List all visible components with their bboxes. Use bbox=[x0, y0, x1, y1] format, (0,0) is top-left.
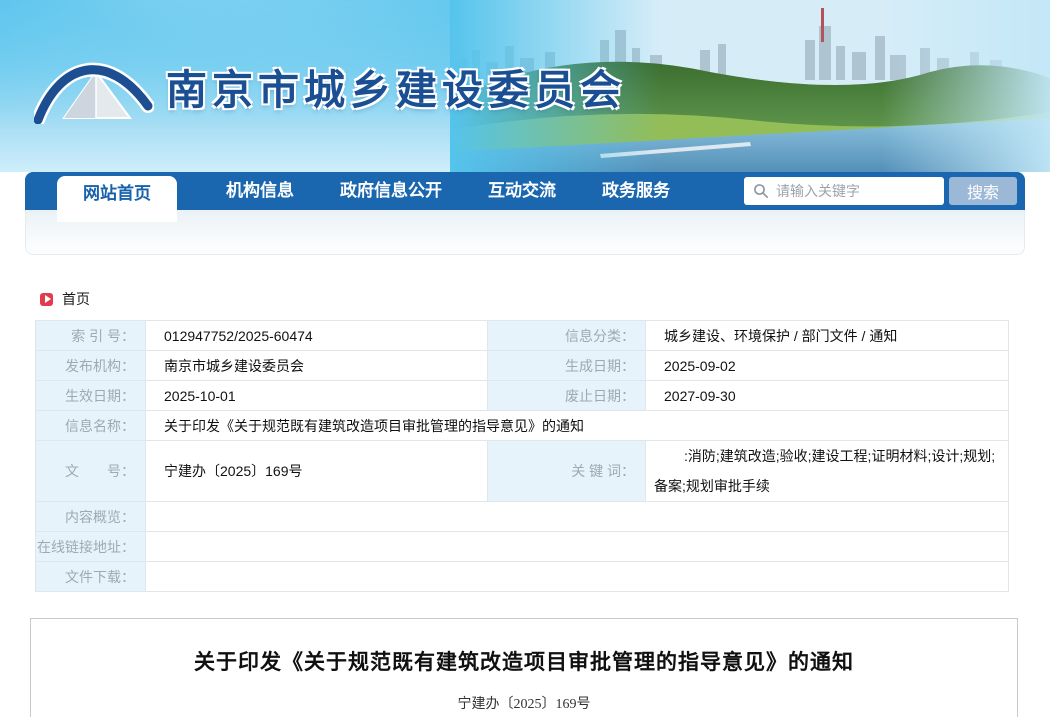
table-row: 生效日期： 2025-10-01 废止日期： 2027-09-30 bbox=[36, 381, 1009, 411]
doc-number-label: 文 号： bbox=[36, 441, 146, 502]
table-row: 索 引 号： 012947752/2025-60474 信息分类： 城乡建设、环… bbox=[36, 321, 1009, 351]
site-logo-icon bbox=[34, 48, 154, 124]
table-row: 信息名称： 关于印发《关于规范既有建筑改造项目审批管理的指导意见》的通知 bbox=[36, 411, 1009, 441]
expiry-date-value: 2027-09-30 bbox=[646, 381, 1009, 411]
tab-interaction[interactable]: 互动交流 bbox=[465, 172, 579, 210]
summary-label: 内容概览： bbox=[36, 502, 146, 532]
nav-tab-row: 机构信息 政府信息公开 互动交流 政务服务 bbox=[203, 172, 693, 210]
article-title: 关于印发《关于规范既有建筑改造项目审批管理的指导意见》的通知 bbox=[31, 646, 1017, 676]
document-meta-table: 索 引 号： 012947752/2025-60474 信息分类： 城乡建设、环… bbox=[35, 320, 1009, 592]
index-number-label: 索 引 号： bbox=[36, 321, 146, 351]
expiry-date-label: 废止日期： bbox=[488, 381, 646, 411]
online-link-label: 在线链接地址： bbox=[36, 532, 146, 562]
site-banner: 南京市城乡建设委员会 bbox=[0, 0, 1050, 172]
search-icon bbox=[753, 183, 769, 199]
tab-gov-info-disclosure[interactable]: 政府信息公开 bbox=[317, 172, 465, 210]
main-nav: 网站首页 机构信息 政府信息公开 互动交流 政务服务 搜索 bbox=[25, 172, 1025, 210]
search-input[interactable] bbox=[744, 177, 944, 205]
tab-org-info[interactable]: 机构信息 bbox=[203, 172, 317, 210]
index-number-value: 012947752/2025-60474 bbox=[146, 321, 488, 351]
breadcrumb-play-icon bbox=[40, 293, 53, 306]
keywords-label: 关 键 词： bbox=[488, 441, 646, 502]
site-title: 南京市城乡建设委员会 bbox=[166, 56, 626, 116]
effective-date-value: 2025-10-01 bbox=[146, 381, 488, 411]
created-date-value: 2025-09-02 bbox=[646, 351, 1009, 381]
keywords-value: :消防;建筑改造;验收;建设工程;证明材料;设计;规划;备案;规划审批手续 bbox=[646, 441, 1009, 502]
table-row: 在线链接地址： bbox=[36, 532, 1009, 562]
info-name-value: 关于印发《关于规范既有建筑改造项目审批管理的指导意见》的通知 bbox=[146, 411, 1009, 441]
search-field bbox=[744, 177, 944, 205]
search-box: 搜索 bbox=[744, 177, 1017, 205]
table-row: 内容概览： bbox=[36, 502, 1009, 532]
table-row: 文件下载： bbox=[36, 562, 1009, 592]
search-button[interactable]: 搜索 bbox=[949, 177, 1017, 205]
page: 南京市城乡建设委员会 网站首页 机构信息 政府信息公开 互动交流 政务服务 搜索… bbox=[0, 0, 1050, 717]
effective-date-label: 生效日期： bbox=[36, 381, 146, 411]
breadcrumb-home-link[interactable]: 首页 bbox=[62, 289, 90, 309]
info-category-value: 城乡建设、环境保护 / 部门文件 / 通知 bbox=[646, 321, 1009, 351]
created-date-label: 生成日期： bbox=[488, 351, 646, 381]
table-row: 发布机构： 南京市城乡建设委员会 生成日期： 2025-09-02 bbox=[36, 351, 1009, 381]
publisher-value: 南京市城乡建设委员会 bbox=[146, 351, 488, 381]
summary-value bbox=[146, 502, 1009, 532]
breadcrumb: 首页 bbox=[40, 289, 90, 309]
tab-gov-services[interactable]: 政务服务 bbox=[579, 172, 693, 210]
brand: 南京市城乡建设委员会 bbox=[34, 48, 626, 124]
doc-number-value: 宁建办〔2025〕169号 bbox=[146, 441, 488, 502]
info-category-label: 信息分类： bbox=[488, 321, 646, 351]
table-row: 文 号： 宁建办〔2025〕169号 关 键 词： :消防;建筑改造;验收;建设… bbox=[36, 441, 1009, 502]
info-name-label: 信息名称： bbox=[36, 411, 146, 441]
online-link-value bbox=[146, 532, 1009, 562]
publisher-label: 发布机构： bbox=[36, 351, 146, 381]
article-doc-number: 宁建办〔2025〕169号 bbox=[31, 693, 1017, 713]
article-panel: 关于印发《关于规范既有建筑改造项目审批管理的指导意见》的通知 宁建办〔2025〕… bbox=[30, 618, 1018, 717]
file-download-label: 文件下载： bbox=[36, 562, 146, 592]
tab-home[interactable]: 网站首页 bbox=[57, 176, 177, 222]
file-download-value bbox=[146, 562, 1009, 592]
